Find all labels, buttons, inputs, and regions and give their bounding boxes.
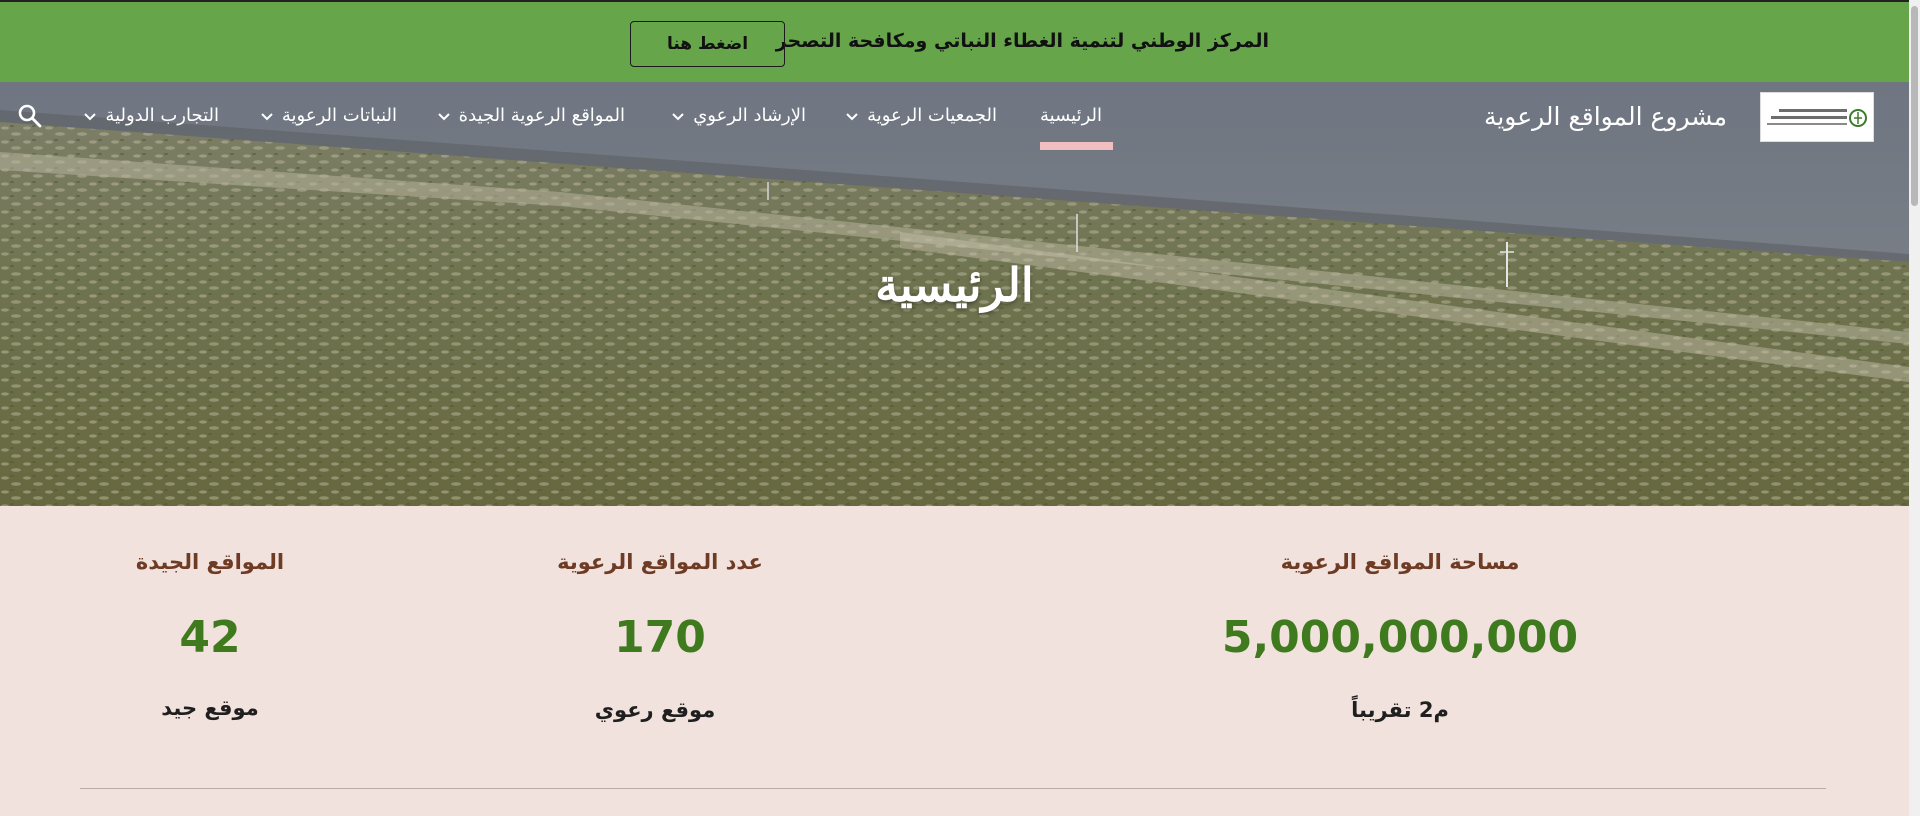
page: المركز الوطني لتنمية الغطاء النباتي ومكا… xyxy=(0,0,1920,816)
stat-value-good-sites: 42 xyxy=(179,612,241,663)
nav-item-label: الرئيسية xyxy=(1040,105,1102,126)
page-title: الرئيسية xyxy=(875,258,1034,312)
stat-heading-good-sites: المواقع الجيدة xyxy=(135,550,285,574)
active-nav-indicator xyxy=(1040,142,1113,150)
stat-value-area: 5,000,000,000 xyxy=(1221,612,1579,663)
stat-heading-area: مساحة المواقع الرعوية xyxy=(1280,550,1520,574)
nav-item-pastoral-associations[interactable]: الجمعيات الرعوية xyxy=(845,105,997,126)
stat-value-sites-count: 170 xyxy=(614,612,706,663)
chevron-down-icon xyxy=(846,112,858,120)
chevron-down-icon xyxy=(84,112,97,120)
chevron-down-icon xyxy=(261,112,273,120)
statistics-section: مساحة المواقع الرعوية 5,000,000,000 م2 ت… xyxy=(0,506,1909,816)
click-here-button[interactable]: اضغط هنا xyxy=(630,21,785,67)
site-title[interactable]: مشروع المواقع الرعوية xyxy=(1484,102,1727,131)
search-icon[interactable] xyxy=(16,102,44,130)
stat-unit-area: م2 تقريباً xyxy=(1351,698,1449,722)
nav-item-good-sites[interactable]: المواقع الرعوية الجيدة xyxy=(437,105,625,126)
nav-item-pastoral-plants[interactable]: النباتات الرعوية xyxy=(260,105,397,126)
nav-item-international-experiences[interactable]: التجارب الدولية xyxy=(83,105,219,126)
main-navigation: مشروع المواقع الرعوية الرئيسية الجمعيات … xyxy=(0,82,1909,154)
chevron-down-icon xyxy=(672,112,684,120)
announcement-text: المركز الوطني لتنمية الغطاء النباتي ومكا… xyxy=(775,30,1269,52)
page-scrollbar[interactable] xyxy=(1909,0,1920,816)
stat-unit-sites-count: موقع رعوي xyxy=(594,698,716,722)
nav-item-label: الإرشاد الرعوي xyxy=(693,105,806,126)
logo-emblem-icon xyxy=(1767,109,1867,127)
nav-item-label: المواقع الرعوية الجيدة xyxy=(458,105,625,126)
stat-heading-sites-count: عدد المواقع الرعوية xyxy=(557,550,763,574)
stat-unit-good-sites: موقع جيد xyxy=(161,696,259,720)
nav-item-label: الجمعيات الرعوية xyxy=(867,105,997,126)
scrollbar-thumb[interactable] xyxy=(1911,6,1918,206)
nav-item-label: النباتات الرعوية xyxy=(281,105,397,126)
announcement-bar: المركز الوطني لتنمية الغطاء النباتي ومكا… xyxy=(0,0,1909,82)
center-logo[interactable] xyxy=(1760,92,1874,142)
nav-item-pastoral-guidance[interactable]: الإرشاد الرعوي xyxy=(671,105,806,126)
nav-item-home[interactable]: الرئيسية xyxy=(1040,105,1102,126)
nav-item-label: التجارب الدولية xyxy=(105,105,219,126)
section-divider xyxy=(80,788,1826,789)
chevron-down-icon xyxy=(437,112,450,120)
